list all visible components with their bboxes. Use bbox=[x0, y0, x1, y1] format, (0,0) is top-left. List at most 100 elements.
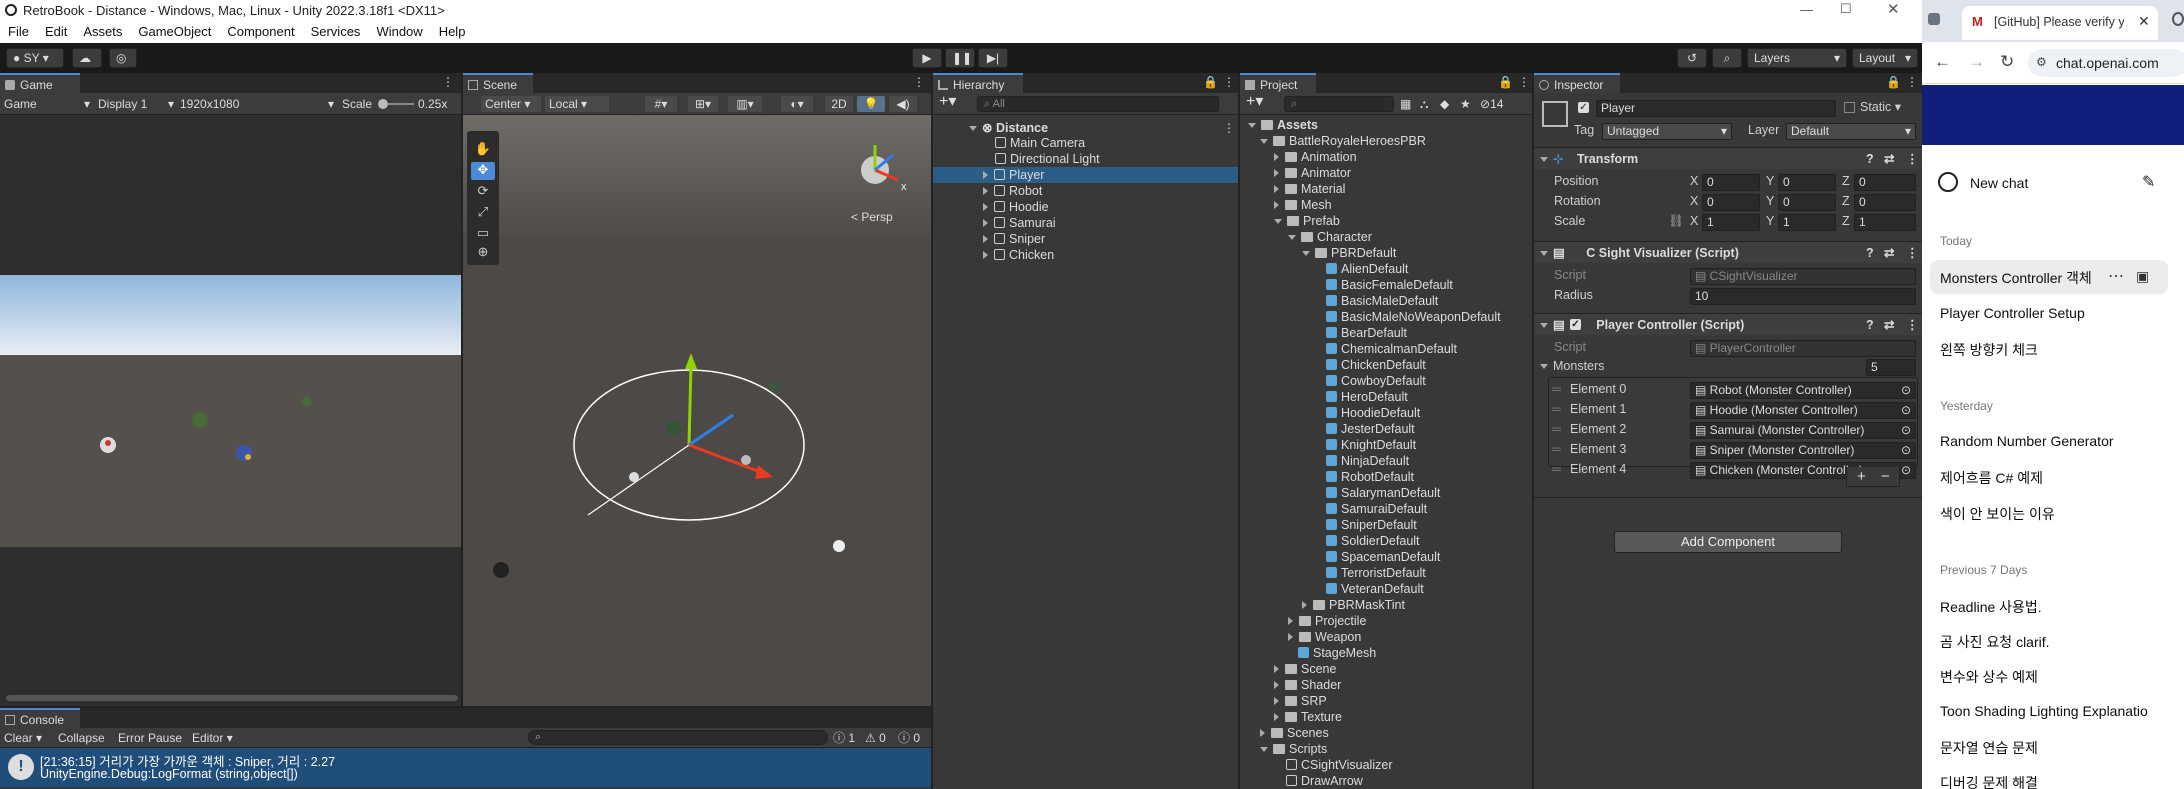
position-y-field[interactable]: 0 bbox=[1778, 174, 1836, 191]
player-controller-enabled-checkbox[interactable]: ✓ bbox=[1570, 319, 1581, 330]
scale-y-field[interactable]: 1 bbox=[1778, 214, 1836, 231]
editor-dropdown[interactable]: Editor ▾ bbox=[192, 730, 233, 746]
drag-handle-icon[interactable]: ═ bbox=[1552, 401, 1561, 418]
prefab-item[interactable]: CowboyDefault bbox=[1326, 373, 1426, 389]
prefab-item[interactable]: AlienDefault bbox=[1326, 261, 1408, 277]
preset-icon[interactable]: ⇄ bbox=[1884, 148, 1894, 170]
create-button[interactable]: +▾ bbox=[939, 94, 956, 110]
address-bar[interactable]: ⚙ chat.openai.com bbox=[2028, 49, 2184, 77]
component-menu-icon[interactable]: ⋮ bbox=[1906, 242, 1919, 264]
object-picker-icon[interactable]: ⊙ bbox=[1901, 463, 1911, 478]
add-component-button[interactable]: Add Component bbox=[1614, 531, 1842, 553]
position-x-field[interactable]: 0 bbox=[1702, 174, 1760, 191]
folder-material[interactable]: Material bbox=[1274, 181, 1345, 197]
search-by-type-icon[interactable]: ▦ bbox=[1400, 96, 1411, 112]
move-tool-icon[interactable]: ✥ bbox=[471, 162, 495, 180]
object-picker-icon[interactable]: ⊙ bbox=[1901, 403, 1911, 418]
create-asset-button[interactable]: +▾ bbox=[1246, 94, 1263, 110]
hierarchy-item-hoodie[interactable]: Hoodie bbox=[983, 199, 1049, 215]
folder-scenes[interactable]: Scenes bbox=[1260, 725, 1329, 741]
transform-header[interactable]: ⊹ Transform ? ⇄ ⋮ bbox=[1534, 147, 1922, 169]
chat-item[interactable]: 왼쪽 방향키 체크 bbox=[1940, 340, 2180, 360]
persp-label[interactable]: < Persp bbox=[851, 210, 893, 224]
space-dropdown[interactable]: Local ▾ bbox=[545, 96, 609, 112]
panel-menu-icon[interactable]: ⋮ bbox=[442, 75, 454, 89]
sight-visualizer-header[interactable]: ▤ C Sight Visualizer (Script) ? ⇄ ⋮ bbox=[1534, 241, 1922, 263]
tab-inspector[interactable]: Inspector bbox=[1534, 73, 1620, 93]
menu-services[interactable]: Services bbox=[311, 21, 361, 43]
rotation-y-field[interactable]: 0 bbox=[1778, 194, 1836, 211]
layout-dropdown[interactable]: Layout ▾ bbox=[1852, 48, 1918, 68]
chat-item[interactable]: Monsters Controller 객체 bbox=[1940, 268, 2092, 288]
increment-button[interactable]: ▥▾ bbox=[728, 96, 762, 112]
lighting-button[interactable]: 💡 bbox=[857, 96, 885, 112]
scene-menu-icon[interactable]: ⋮ bbox=[1223, 121, 1235, 135]
console-log-entry[interactable]: ! [21:36:15] 거리가 가장 가까운 객체 : Sniper, 거리 … bbox=[0, 748, 931, 787]
element-object-field[interactable]: ▤ Sniper (Monster Controller) ⊙ bbox=[1690, 442, 1916, 459]
chat-item[interactable]: Readline 사용법. bbox=[1940, 597, 2180, 617]
help-icon[interactable]: ? bbox=[1866, 242, 1874, 264]
folder-assets[interactable]: Assets bbox=[1248, 117, 1318, 133]
folder-scripts[interactable]: Scripts bbox=[1260, 741, 1327, 757]
rotation-x-field[interactable]: 0 bbox=[1702, 194, 1760, 211]
menu-assets[interactable]: Assets bbox=[83, 21, 122, 43]
tag-icon[interactable]: ◆ bbox=[1440, 96, 1449, 112]
forward-icon[interactable]: → bbox=[1968, 52, 1985, 72]
panel-menu-icon[interactable]: ⋮ bbox=[1223, 75, 1235, 89]
drag-handle-icon[interactable]: ═ bbox=[1552, 421, 1561, 438]
asset-stagemesh[interactable]: StageMesh bbox=[1298, 645, 1376, 661]
position-z-field[interactable]: 0 bbox=[1854, 174, 1916, 191]
compose-icon[interactable]: ✎ bbox=[2142, 172, 2155, 192]
grid-snap-button[interactable]: #▾ bbox=[645, 96, 677, 112]
new-chat-button[interactable]: New chat ✎ bbox=[1930, 170, 2176, 198]
hierarchy-search-input[interactable]: ⌕ All bbox=[977, 96, 1219, 112]
object-name-field[interactable]: Player bbox=[1596, 100, 1836, 117]
prefab-item[interactable]: ChickenDefault bbox=[1326, 357, 1426, 373]
hand-tool-icon[interactable]: ✋ bbox=[471, 141, 495, 159]
account-dropdown[interactable]: ● SY ▾ bbox=[6, 48, 64, 68]
folder-pbrmasktint[interactable]: PBRMaskTint bbox=[1302, 597, 1405, 613]
hierarchy-item-sniper[interactable]: Sniper bbox=[983, 231, 1045, 247]
collapse-button[interactable]: Collapse bbox=[58, 730, 105, 746]
prefab-item[interactable]: BasicMaleNoWeaponDefault bbox=[1326, 309, 1501, 325]
gizmo-x-arrow[interactable] bbox=[755, 465, 773, 479]
step-button[interactable]: ▶| bbox=[978, 48, 1008, 68]
star-icon[interactable]: ★ bbox=[1460, 96, 1471, 112]
prefab-item[interactable]: NinjaDefault bbox=[1326, 453, 1409, 469]
chat-item[interactable]: 문자열 연습 문제 bbox=[1940, 738, 2180, 758]
console-search-input[interactable]: ⌕ bbox=[528, 730, 828, 745]
prefab-item[interactable]: HoodieDefault bbox=[1326, 405, 1420, 421]
scene-root[interactable]: ⊗ Distance bbox=[969, 120, 1048, 136]
folder-weapon[interactable]: Weapon bbox=[1288, 629, 1361, 645]
drag-handle-icon[interactable]: ═ bbox=[1552, 441, 1561, 458]
tab-console[interactable]: Console bbox=[0, 708, 80, 728]
chat-item[interactable]: Toon Shading Lighting Explanatio bbox=[1940, 703, 2180, 719]
search-button[interactable]: ⌕ bbox=[1712, 48, 1742, 68]
monsters-foldout[interactable]: Monsters bbox=[1540, 358, 1604, 375]
menu-edit[interactable]: Edit bbox=[45, 21, 67, 43]
prefab-item[interactable]: SalarymanDefault bbox=[1326, 485, 1440, 501]
tab-game[interactable]: Game bbox=[0, 73, 80, 93]
hierarchy-item-samurai[interactable]: Samurai bbox=[983, 215, 1056, 231]
reload-icon[interactable]: ↻ bbox=[2000, 52, 2014, 72]
draw-mode-button[interactable]: ◐▾ bbox=[781, 96, 813, 112]
menu-window[interactable]: Window bbox=[376, 21, 422, 43]
minimize-icon[interactable]: — bbox=[1800, 2, 1813, 17]
lock-icon[interactable]: 🔒 bbox=[1886, 75, 1901, 89]
component-menu-icon[interactable]: ⋮ bbox=[1906, 148, 1919, 170]
chat-item[interactable]: Random Number Generator bbox=[1940, 433, 2180, 449]
preset-icon[interactable]: ⇄ bbox=[1884, 242, 1894, 264]
prefab-item[interactable]: SoldierDefault bbox=[1326, 533, 1420, 549]
scale-slider[interactable] bbox=[378, 99, 414, 109]
prefab-item[interactable]: SamuraiDefault bbox=[1326, 501, 1427, 517]
gizmo-y-axis[interactable] bbox=[687, 364, 693, 446]
menu-file[interactable]: File bbox=[8, 21, 29, 43]
element-object-field[interactable]: ▤ Robot (Monster Controller) ⊙ bbox=[1690, 382, 1916, 399]
preset-icon[interactable]: ⇄ bbox=[1884, 314, 1894, 336]
layers-dropdown[interactable]: Layers ▾ bbox=[1747, 48, 1847, 68]
scale-slider-handle[interactable] bbox=[378, 99, 388, 109]
menu-help[interactable]: Help bbox=[439, 21, 466, 43]
more-options-icon[interactable]: ⋯ bbox=[2108, 266, 2124, 286]
tab-scene[interactable]: Scene bbox=[463, 73, 533, 93]
prefab-item[interactable]: HeroDefault bbox=[1326, 389, 1408, 405]
